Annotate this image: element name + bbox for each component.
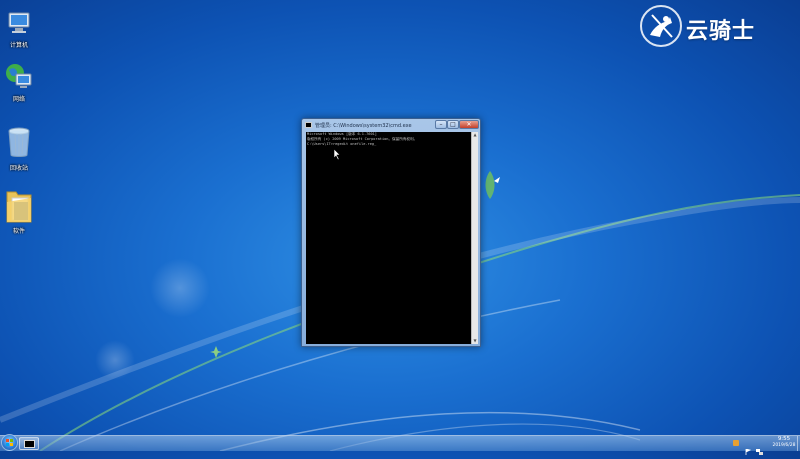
tray-app-icon[interactable]: [733, 440, 739, 446]
brand-logo: 云骑士: [640, 5, 795, 50]
cmd-icon: [24, 440, 35, 448]
taskbar-cmd-button[interactable]: [19, 437, 39, 450]
cmd-window-title: 管理员: C:\Windows\system32\cmd.exe: [315, 123, 412, 129]
network-icon: [4, 62, 34, 92]
mouse-pointer-icon: [334, 149, 341, 161]
cmd-window[interactable]: 管理员: C:\Windows\system32\cmd.exe – □ ✕ M…: [301, 118, 481, 347]
clock-time: 9:55: [777, 436, 791, 442]
desktop-icon-label: 回收站: [9, 165, 28, 172]
scroll-down-icon[interactable]: ▼: [472, 338, 478, 344]
desktop-icon-label: 计算机: [9, 42, 28, 49]
logo-text: 云骑士: [686, 19, 756, 44]
cmd-window-icon: [305, 122, 312, 128]
computer-icon: [4, 8, 34, 38]
clock-date: 2019/6/28: [772, 443, 796, 448]
maximize-button[interactable]: □: [447, 120, 459, 129]
knight-logo-icon: [640, 5, 682, 47]
tray-network-icon[interactable]: [756, 440, 763, 455]
light-flare: [150, 258, 210, 318]
windows-logo-icon: [6, 439, 13, 446]
cmd-window-titlebar[interactable]: 管理员: C:\Windows\system32\cmd.exe – □ ✕: [302, 119, 480, 132]
desktop-icon-recycle-bin[interactable]: 回收站: [2, 125, 36, 172]
tray-flag-icon[interactable]: [745, 440, 752, 455]
recycle-bin-icon: [4, 125, 34, 157]
desktop-icon-network[interactable]: 网络: [2, 62, 36, 103]
taskbar: 9:55 2019/6/28: [0, 434, 800, 455]
console-output[interactable]: Microsoft Windows [版本 6.1.7601] 版权所有 (c)…: [306, 132, 471, 344]
desktop-icon-label: 软件: [12, 228, 25, 235]
light-flare: [95, 340, 135, 380]
desktop-icon-label: 网络: [12, 96, 25, 103]
close-button[interactable]: ✕: [459, 120, 479, 129]
console-command-line: C:\Users\IT>regedit onefile.reg_: [307, 142, 377, 146]
folder-icon: [4, 188, 34, 224]
desktop-icon-computer[interactable]: 计算机: [2, 8, 36, 49]
minimize-button[interactable]: –: [435, 120, 447, 129]
console-scrollbar[interactable]: ▲ ▼: [471, 132, 478, 344]
taskbar-clock[interactable]: 9:55 2019/6/28: [770, 436, 798, 449]
scroll-up-icon[interactable]: ▲: [472, 132, 478, 138]
desktop-icon-folder[interactable]: 软件: [2, 188, 36, 235]
start-button[interactable]: [1, 434, 18, 451]
